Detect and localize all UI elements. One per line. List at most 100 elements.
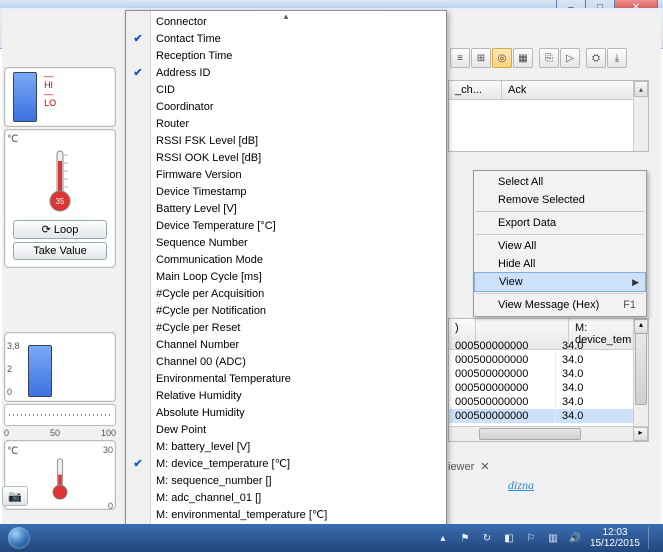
tray-sync-icon[interactable]: ↻: [480, 531, 494, 545]
column-toggle-item[interactable]: Channel Number: [126, 337, 446, 354]
scroll-thumb[interactable]: [479, 428, 581, 440]
cell-temp: 34.0: [556, 367, 634, 381]
ctx-view-hex[interactable]: View Message (Hex)F1: [474, 296, 646, 314]
cell-temp: 34.0: [556, 381, 634, 395]
slider[interactable]: [4, 404, 116, 426]
column-toggle-item[interactable]: Communication Mode: [126, 252, 446, 269]
column-toggle-item[interactable]: Device Timestamp: [126, 184, 446, 201]
col-ack[interactable]: Ack: [502, 81, 648, 99]
ctx-remove-selected[interactable]: Remove Selected: [474, 191, 646, 209]
column-toggle-item[interactable]: M: environmental_temperature [℃]: [126, 507, 446, 524]
column-toggle-item[interactable]: Environmental Temperature: [126, 371, 446, 388]
tool-table-icon[interactable]: ▦: [513, 48, 533, 68]
ctx-view[interactable]: View▶: [474, 272, 646, 292]
column-toggle-item[interactable]: RSSI FSK Level [dB]: [126, 133, 446, 150]
item-label: CID: [156, 84, 175, 96]
column-toggle-item[interactable]: Main Loop Cycle [ms]: [126, 269, 446, 286]
tray-action-icon[interactable]: ⚑: [458, 531, 472, 545]
scrollbar-v[interactable]: ▴: [633, 319, 648, 427]
tray-up-icon[interactable]: ▴: [436, 531, 450, 545]
ctx-hide-all[interactable]: Hide All: [474, 255, 646, 273]
column-toggle-item[interactable]: Absolute Humidity: [126, 405, 446, 422]
start-button[interactable]: [0, 524, 38, 552]
column-toggle-item[interactable]: ✔Contact Time: [126, 31, 446, 48]
column-toggle-item[interactable]: ✔Address ID: [126, 65, 446, 82]
viewer-tab[interactable]: iewer ✕: [448, 460, 490, 473]
item-label: Channel 00 (ADC): [156, 356, 246, 368]
column-toggle-item[interactable]: #Cycle per Reset: [126, 320, 446, 337]
item-label: Main Loop Cycle [ms]: [156, 271, 262, 283]
table-row[interactable]: 00050000000034.0: [449, 381, 634, 395]
cell-id: 000500000000: [449, 409, 556, 423]
tool-copy-icon[interactable]: ⎘: [539, 48, 559, 68]
thermometer-icon: 35: [40, 147, 80, 217]
logo: dizna: [508, 478, 534, 493]
column-toggle-item[interactable]: M: adc_channel_01 []: [126, 490, 446, 507]
scroll-thumb[interactable]: [635, 333, 647, 405]
column-toggle-item[interactable]: #Cycle per Notification: [126, 303, 446, 320]
column-toggle-item[interactable]: Battery Level [V]: [126, 201, 446, 218]
column-toggle-item[interactable]: Sequence Number: [126, 235, 446, 252]
item-label: M: sequence_number []: [156, 475, 272, 487]
cell-id: 000500000000: [449, 367, 556, 381]
column-toggle-item[interactable]: M: sequence_number []: [126, 473, 446, 490]
table-row[interactable]: 00050000000034.0: [449, 409, 634, 423]
item-label: Device Temperature [°C]: [156, 220, 276, 232]
take-value-button[interactable]: Take Value: [13, 242, 108, 260]
scroll-up-icon[interactable]: ▴: [634, 81, 648, 97]
cell-temp: 34.0: [556, 395, 634, 409]
camera-button[interactable]: 📷: [2, 486, 28, 506]
column-toggle-item[interactable]: ✔M: device_temperature [℃]: [126, 456, 446, 473]
item-label: Environmental Temperature: [156, 373, 291, 385]
tray-flag-icon[interactable]: ⚐: [524, 531, 538, 545]
loop-button[interactable]: ⟳ Loop: [13, 220, 108, 239]
column-toggle-item[interactable]: #Cycle per Acquisition: [126, 286, 446, 303]
ctx-export[interactable]: Export Data: [474, 214, 646, 232]
tray-volume-icon[interactable]: 🔊: [568, 531, 582, 545]
cell-id: 000500000000: [449, 353, 556, 367]
scroll-up-icon[interactable]: ▴: [634, 319, 648, 334]
tank-fill-2: [28, 345, 52, 397]
tool-settings-icon[interactable]: ⛭: [586, 48, 606, 68]
column-toggle-item[interactable]: Router: [126, 116, 446, 133]
tray-app-icon[interactable]: ◧: [502, 531, 516, 545]
column-toggle-item[interactable]: Firmware Version: [126, 167, 446, 184]
shortcut-label: F1: [623, 299, 636, 311]
item-label: M: environmental_temperature [℃]: [156, 509, 327, 521]
data-table: ) M: device_tem 00050000000034.000050000…: [448, 318, 649, 442]
column-toggle-item[interactable]: Reception Time: [126, 48, 446, 65]
tool-grid-icon[interactable]: ⊞: [471, 48, 491, 68]
column-toggle-item[interactable]: CID: [126, 82, 446, 99]
table-row[interactable]: 00050000000034.0: [449, 339, 634, 353]
item-label: Battery Level [V]: [156, 203, 237, 215]
column-toggle-item[interactable]: Channel 00 (ADC): [126, 354, 446, 371]
scrollbar-h[interactable]: ▸: [449, 426, 648, 441]
column-toggle-item[interactable]: Relative Humidity: [126, 388, 446, 405]
item-label: #Cycle per Acquisition: [156, 288, 264, 300]
table-row[interactable]: 00050000000034.0: [449, 395, 634, 409]
column-toggle-item[interactable]: Dew Point: [126, 422, 446, 439]
scroll-right-icon[interactable]: ▸: [633, 427, 648, 441]
item-label: RSSI OOK Level [dB]: [156, 152, 261, 164]
column-toggle-item[interactable]: Device Temperature [°C]: [126, 218, 446, 235]
col-ch[interactable]: _ch...: [449, 81, 502, 99]
tool-down-icon[interactable]: ⤓: [607, 48, 627, 68]
ctx-view-all[interactable]: View All: [474, 237, 646, 255]
clock[interactable]: 12:0315/12/2015: [590, 527, 640, 549]
ctx-select-all[interactable]: Select All: [474, 173, 646, 191]
column-toggle-item[interactable]: Coordinator: [126, 99, 446, 116]
table-row[interactable]: 00050000000034.0: [449, 367, 634, 381]
scrollbar[interactable]: ▴: [633, 81, 648, 151]
column-toggle-item[interactable]: M: battery_level [V]: [126, 439, 446, 456]
table-row[interactable]: 00050000000034.0: [449, 353, 634, 367]
column-toggle-item[interactable]: Connector: [126, 14, 446, 31]
hi-lo-label: —HI —LO: [44, 72, 56, 108]
tray-network-icon[interactable]: ▥: [546, 531, 560, 545]
context-menu: Select All Remove Selected Export Data V…: [473, 170, 647, 317]
close-icon[interactable]: ✕: [480, 461, 489, 473]
show-desktop[interactable]: [648, 527, 657, 549]
tool-list-icon[interactable]: ≡: [450, 48, 470, 68]
tool-play-icon[interactable]: ▷: [560, 48, 580, 68]
tool-target-icon[interactable]: ◎: [492, 48, 512, 68]
column-toggle-item[interactable]: RSSI OOK Level [dB]: [126, 150, 446, 167]
